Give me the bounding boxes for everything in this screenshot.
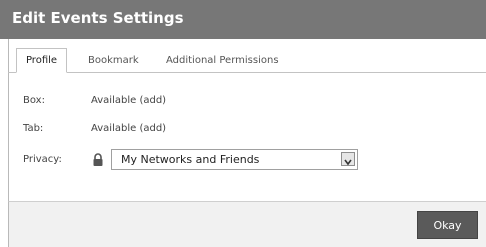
privacy-selected-value: My Networks and Friends [121, 153, 260, 166]
edit-events-settings-dialog: Edit Events Settings Profile Bookmark Ad… [0, 0, 486, 247]
box-value[interactable]: Available (add) [91, 95, 166, 106]
tab-additional-permissions[interactable]: Additional Permissions [166, 50, 279, 72]
dialog-footer [8, 201, 486, 247]
tab-strip: Profile Bookmark Additional Permissions [8, 46, 486, 73]
tab-bookmark[interactable]: Bookmark [88, 50, 139, 72]
box-label: Box: [23, 95, 45, 106]
dialog-titlebar: Edit Events Settings [0, 0, 486, 39]
tab-profile[interactable]: Profile [16, 48, 67, 73]
chevron-down-icon[interactable] [341, 152, 355, 166]
okay-button[interactable]: Okay [417, 211, 478, 239]
dialog-title: Edit Events Settings [12, 9, 184, 27]
tab-value[interactable]: Available (add) [91, 123, 166, 134]
lock-icon [92, 152, 104, 166]
privacy-select[interactable]: My Networks and Friends [111, 149, 358, 170]
privacy-label: Privacy: [23, 154, 62, 165]
tab-label: Tab: [23, 123, 44, 134]
